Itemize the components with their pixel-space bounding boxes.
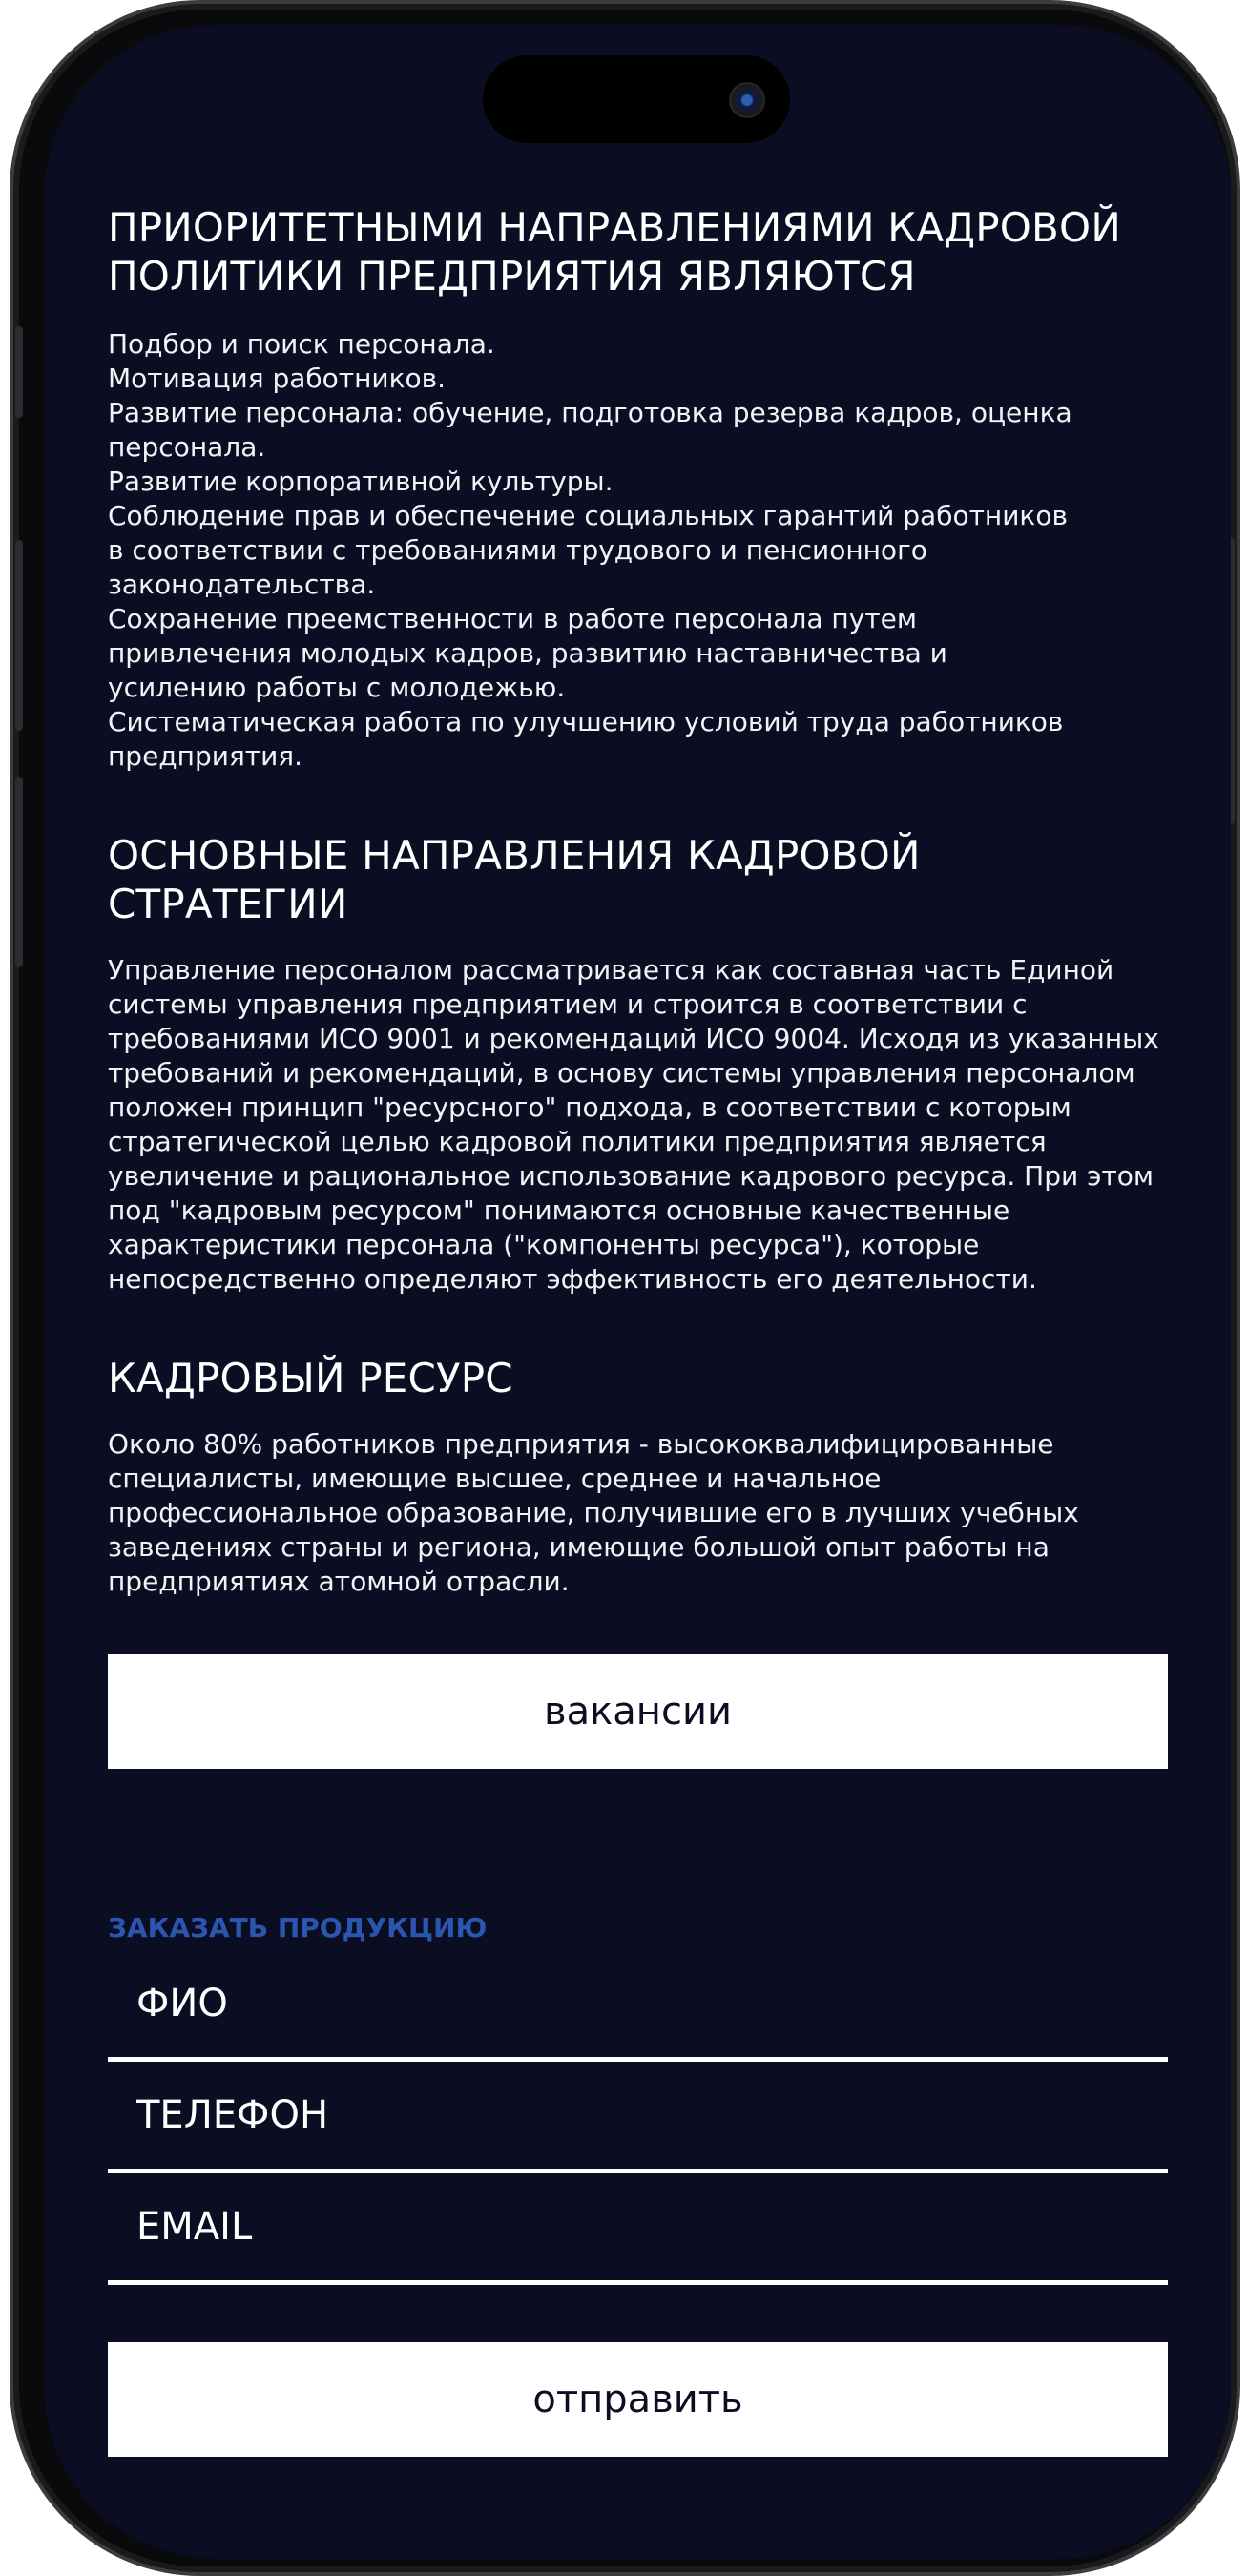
vacancies-button[interactable]: вакансии [108,1654,1168,1769]
text-line: характеристики персонала ("компоненты ре… [108,1229,980,1260]
screen: ПРИОРИТЕТНЫМИ НАПРАВЛЕНИЯМИ КАДРОВОЙ ПОЛ… [44,25,1231,2559]
text-line: увеличение и рациональное использование … [108,1160,1154,1192]
section-title-strategy: ОСНОВНЫЕ НАПРАВЛЕНИЯ КАДРОВОЙ СТРАТЕГИИ [108,831,1168,928]
text-line: привлечения молодых кадров, развитию нас… [108,637,947,669]
text-line: усилению работы с молодежью. [108,672,566,703]
text-line: Развитие корпоративной культуры. [108,466,614,497]
section-title-resource: КАДРОВЫЙ РЕСУРС [108,1354,1168,1402]
order-form-title: ЗАКАЗАТЬ ПРОДУКЦИЮ [108,1912,488,1943]
front-camera-icon [729,82,765,118]
text-line: Соблюдение прав и обеспечение социальных… [108,500,1068,531]
title-line: ПОЛИТИКИ ПРЕДПРИЯТИЯ ЯВЛЯЮТСЯ [108,253,916,300]
page-content: ПРИОРИТЕТНЫМИ НАПРАВЛЕНИЯМИ КАДРОВОЙ ПОЛ… [108,179,1168,2457]
title-line: КАДРОВЫЙ РЕСУРС [108,1355,513,1402]
section-text-strategy: Управление персоналом рассматривается ка… [108,953,1168,1297]
text-line: заведениях страны и региона, имеющие бол… [108,1531,1050,1563]
text-line: требованиями ИСО 9001 и рекомендаций ИСО… [108,1023,1159,1054]
text-line: Развитие персонала: обучение, подготовка… [108,397,1072,428]
section-text-priorities: Подбор и поиск персонала. Мотивация рабо… [108,327,1168,774]
text-line: под "кадровым ресурсом" понимаются основ… [108,1195,1010,1226]
text-line: предприятиях атомной отрасли. [108,1566,570,1597]
text-line: Около 80% работников предприятия - высок… [108,1428,1054,1460]
text-line: Мотивация работников. [108,363,447,394]
title-line: ПРИОРИТЕТНЫМИ НАПРАВЛЕНИЯМИ КАДРОВОЙ [108,204,1121,251]
text-line: профессиональное образование, получившие… [108,1497,1079,1528]
name-field-wrapper [108,1950,1168,2062]
text-line: предприятия. [108,740,303,772]
text-line: системы управления предприятием и строит… [108,988,1028,1020]
text-line: Систематическая работа по улучшению усло… [108,706,1064,737]
volume-down-button [15,777,23,967]
section-title-priorities: ПРИОРИТЕТНЫМИ НАПРАВЛЕНИЯМИ КАДРОВОЙ ПОЛ… [108,203,1168,301]
text-line: требований и рекомендаций, в основу сист… [108,1057,1135,1089]
submit-button[interactable]: отправить [108,2342,1168,2457]
order-form: отправить [108,1950,1168,2457]
volume-up-button [15,540,23,731]
phone-field[interactable] [108,2062,1168,2169]
text-line: Сохранение преемственности в работе перс… [108,603,917,634]
text-line: специалисты, имеющие высшее, среднее и н… [108,1463,882,1494]
text-line: персонала. [108,431,266,463]
text-line: Подбор и поиск персонала. [108,328,495,360]
section-text-resource: Около 80% работников предприятия - высок… [108,1427,1168,1599]
text-line: непосредственно определяют эффективность… [108,1263,1037,1295]
text-line: Управление персоналом рассматривается ка… [108,954,1114,986]
action-button [15,326,23,418]
text-line: в соответствии с требованиями трудового … [108,534,927,566]
phone-field-wrapper [108,2062,1168,2173]
title-line: ОСНОВНЫЕ НАПРАВЛЕНИЯ КАДРОВОЙ СТРАТЕГИИ [108,832,921,927]
dynamic-island [483,55,790,143]
name-field[interactable] [108,1950,1168,2057]
text-line: стратегической целью кадровой политики п… [108,1126,1047,1157]
email-field[interactable] [108,2173,1168,2280]
email-field-wrapper [108,2173,1168,2285]
text-line: законодательства. [108,569,376,600]
text-line: положен принцип "ресурсного" подхода, в … [108,1091,1071,1123]
phone-frame: ПРИОРИТЕТНЫМИ НАПРАВЛЕНИЯМИ КАДРОВОЙ ПОЛ… [10,0,1240,2576]
